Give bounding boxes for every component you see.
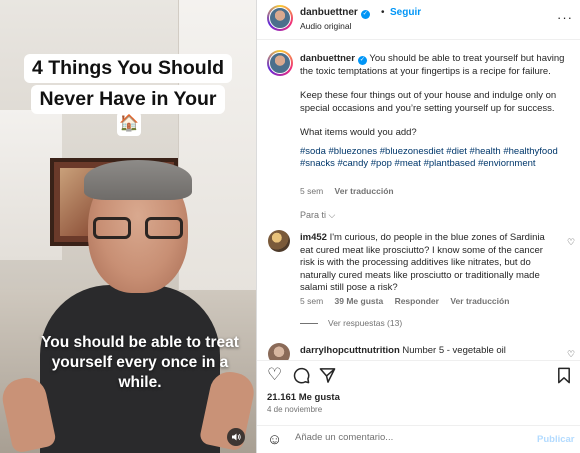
more-options-icon[interactable]: ···	[557, 10, 573, 25]
view-replies-button[interactable]: Ver respuestas (13)	[300, 318, 402, 328]
presenter-glasses	[93, 217, 183, 239]
reply-button[interactable]: Responder	[395, 296, 439, 306]
video-title-overlay: 4 Things You Should Never Have in Your	[13, 54, 243, 116]
verified-badge-icon: ✓	[360, 10, 370, 19]
comment-text: Number 5 - vegetable oil	[402, 345, 506, 356]
house-emoji-icon: 🏠	[117, 112, 141, 136]
commenter-avatar[interactable]	[268, 230, 290, 252]
background-cabinet	[178, 0, 256, 300]
commenter-username[interactable]: im452	[300, 232, 327, 243]
caption-time: 5 sem	[300, 186, 324, 196]
comment-likes[interactable]: 39 Me gusta	[335, 296, 384, 306]
publish-button[interactable]: Publicar	[537, 434, 575, 445]
commenter-username[interactable]: darrylhopcuttnutrition	[300, 345, 400, 356]
separator-dot: •	[381, 7, 385, 18]
caption-author-username[interactable]: danbuettner	[300, 53, 355, 64]
comments-panel[interactable]: danbuettner ✓ You should be able to treat…	[257, 40, 580, 360]
audio-original-link[interactable]: Audio original	[300, 21, 352, 31]
comment-item: darrylhopcuttnutrition Number 5 - vegeta…	[300, 345, 555, 358]
comment-time: 5 sem	[300, 296, 324, 306]
caption-meta: 5 sem Ver traducción	[300, 186, 403, 196]
emoji-icon[interactable]: ☺	[267, 431, 282, 448]
verified-badge-icon: ✓	[357, 56, 367, 65]
share-icon[interactable]	[319, 364, 336, 390]
post-date: 4 de noviembre	[267, 405, 323, 414]
caption-question: What items would you add?	[300, 127, 417, 138]
caption-paragraph: Keep these four things out of your house…	[300, 90, 557, 114]
commenter-avatar[interactable]	[268, 343, 290, 360]
post-sidebar: danbuettner ✓ • Seguir Audio original ···…	[256, 0, 580, 453]
comment-meta: 5 sem 39 Me gusta Responder Ver traducci…	[300, 296, 518, 306]
see-translation-link[interactable]: Ver traducción	[450, 296, 509, 306]
video-caption-overlay: You should be able to treat yourself eve…	[41, 334, 239, 391]
follow-button[interactable]: Seguir	[390, 7, 421, 18]
author-username[interactable]: danbuettner ✓	[300, 7, 370, 19]
comment-text: I'm curious, do people in the blue zones…	[300, 232, 545, 293]
see-translation-link[interactable]: Ver traducción	[335, 186, 394, 196]
speaker-icon[interactable]	[227, 428, 245, 446]
comment-icon[interactable]	[293, 364, 310, 390]
caption-author-avatar[interactable]	[267, 50, 293, 76]
likes-count[interactable]: 21.161 Me gusta	[267, 392, 340, 403]
comment-composer: ☺ Publicar	[257, 425, 580, 453]
author-username-text[interactable]: danbuettner	[300, 7, 358, 18]
comment-like-icon[interactable]: ♡	[567, 349, 575, 360]
video-title-line: 4 Things You Should	[23, 54, 233, 83]
like-icon[interactable]: ♡	[267, 364, 282, 386]
comment-item: im452 I'm curious, do people in the blue…	[300, 232, 555, 295]
reel-video[interactable]: 4 Things You Should Never Have in Your 🏠…	[0, 0, 256, 453]
para-ti-filter[interactable]: Para ti ⌵	[300, 210, 335, 221]
caption-hashtags[interactable]: #soda #bluezones #bluezonesdiet #diet #h…	[300, 146, 572, 171]
add-comment-input[interactable]	[295, 432, 525, 443]
author-avatar[interactable]	[267, 5, 293, 31]
post-header: danbuettner ✓ • Seguir Audio original ···	[257, 0, 580, 40]
save-icon[interactable]	[557, 364, 571, 390]
presenter-hair	[84, 160, 192, 200]
comment-like-icon[interactable]: ♡	[567, 237, 575, 248]
post-caption: danbuettner ✓ You should be able to treat…	[300, 53, 572, 171]
video-title-line: Never Have in Your	[31, 85, 225, 114]
post-actions: ♡ 21.161 Me gusta 4 de noviembre	[257, 360, 580, 420]
